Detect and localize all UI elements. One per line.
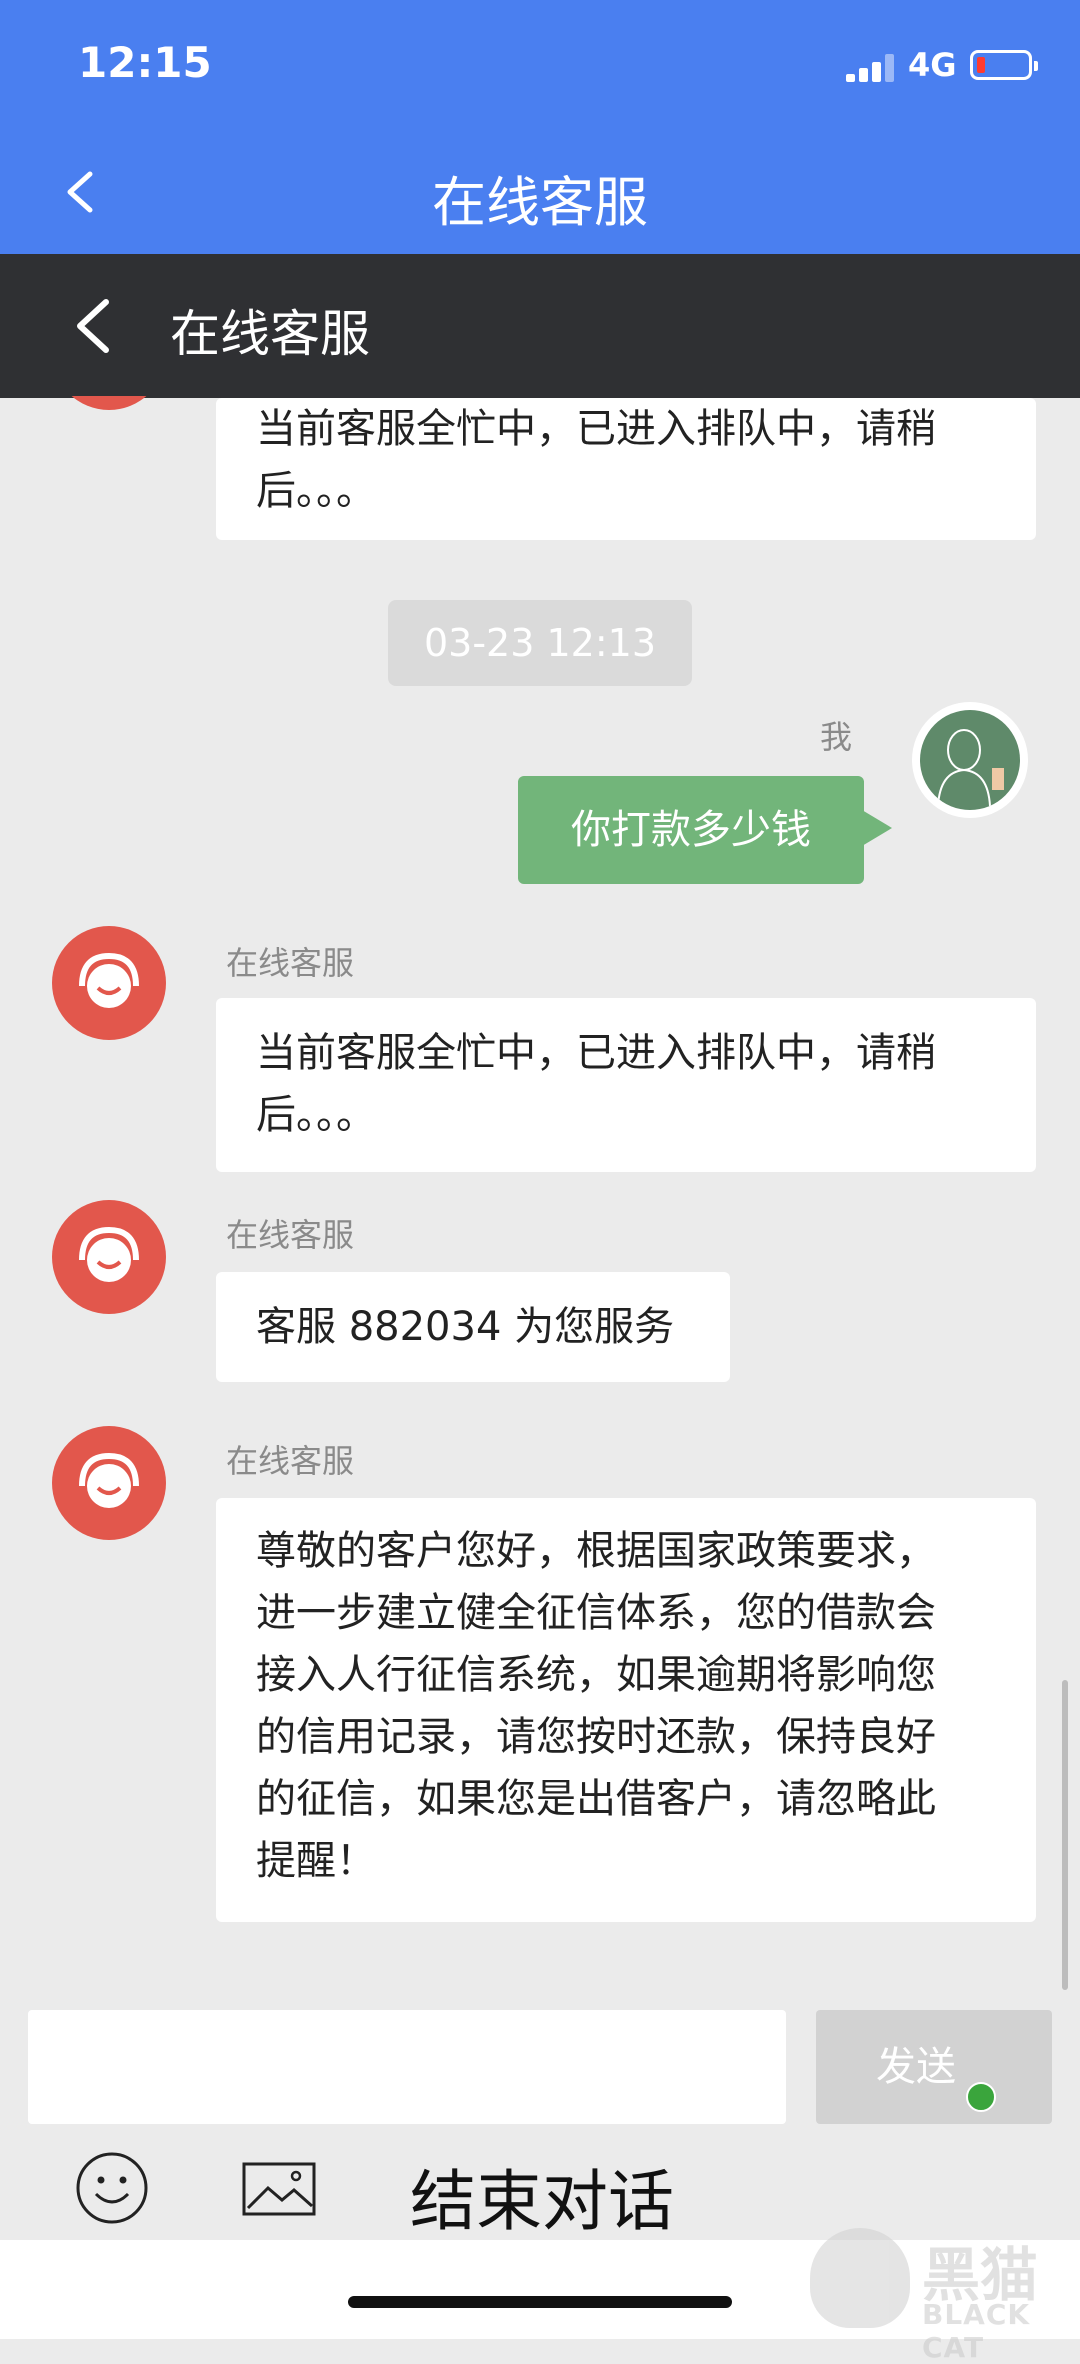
message-line: 的信用记录，请您按时还款，保持良好 [256,1714,936,1760]
status-time: 12:15 [78,38,212,87]
scrollbar[interactable] [1062,1680,1068,1990]
message-line: 进一步建立健全征信体系，您的借款会 [256,1590,936,1636]
message-line: 的征信，如果您是出借客户，请忽略此 [256,1776,936,1822]
sender-name: 在线客服 [226,1442,355,1480]
watermark: 黑猫 BLACK CAT [810,2228,1080,2364]
agent-avatar [52,1200,166,1314]
send-button-label: 发送 [876,2044,956,2090]
message-line: 尊敬的客户您好，根据国家政策要求， [256,1528,936,1574]
message-timestamp: 03-23 12:13 [388,600,692,686]
chat-title: 在线客服 [170,305,370,363]
status-dot-icon [966,2082,996,2112]
status-bar: 12:15 4G [0,0,1080,130]
sender-name: 在线客服 [226,1216,355,1254]
message-line: 提醒！ [256,1838,376,1884]
message-bubble: 当前客服全忙中，已进入排队中，请稍 后。。。 [216,998,1036,1172]
image-icon[interactable] [242,2158,316,2218]
sender-name: 在线客服 [226,944,355,982]
send-button[interactable]: 发送 [816,2010,1052,2124]
headset-agent-icon [79,1452,139,1508]
page-title: 在线客服 [432,171,648,234]
message-bubble: 当前客服全忙中，已进入排队中，请稍 后。。。 [216,398,1036,540]
signal-icon [846,54,898,82]
agent-avatar [52,1426,166,1540]
my-sender-label: 我 [820,718,853,756]
watermark-en: BLACK CAT [922,2298,1031,2364]
chat-back-icon[interactable] [64,294,124,358]
app-bar: 在线客服 [0,130,1080,254]
message-bubble: 客服 882034 为您服务 [216,1272,730,1382]
headset-agent-icon [79,952,139,1008]
my-avatar [912,702,1028,818]
message-line: 后。。。 [256,1092,376,1138]
cat-logo-icon [810,2228,910,2328]
bubble-tail [862,810,892,846]
message-input[interactable] [28,2010,786,2124]
network-type: 4G [908,46,957,84]
headset-agent-icon [79,1226,139,1282]
message-line: 接入人行征信系统，如果逾期将影响您 [256,1652,936,1698]
message-bubble: 尊敬的客户您好，根据国家政策要求， 进一步建立健全征信体系，您的借款会 接入人行… [216,1498,1036,1922]
my-message-bubble: 你打款多少钱 [518,776,864,884]
home-indicator[interactable] [348,2296,732,2308]
battery-icon [970,50,1038,80]
message-line: 当前客服全忙中，已进入排队中，请稍 [256,406,936,452]
chat-header: 在线客服 [0,254,1080,398]
emoji-icon[interactable] [74,2150,150,2226]
end-chat-button[interactable]: 结束对话 [410,2148,674,2244]
message-line: 当前客服全忙中，已进入排队中，请稍 [256,1030,936,1076]
agent-avatar [52,926,166,1040]
user-silhouette-icon [937,729,1004,807]
message-line: 后。。。 [256,468,376,514]
